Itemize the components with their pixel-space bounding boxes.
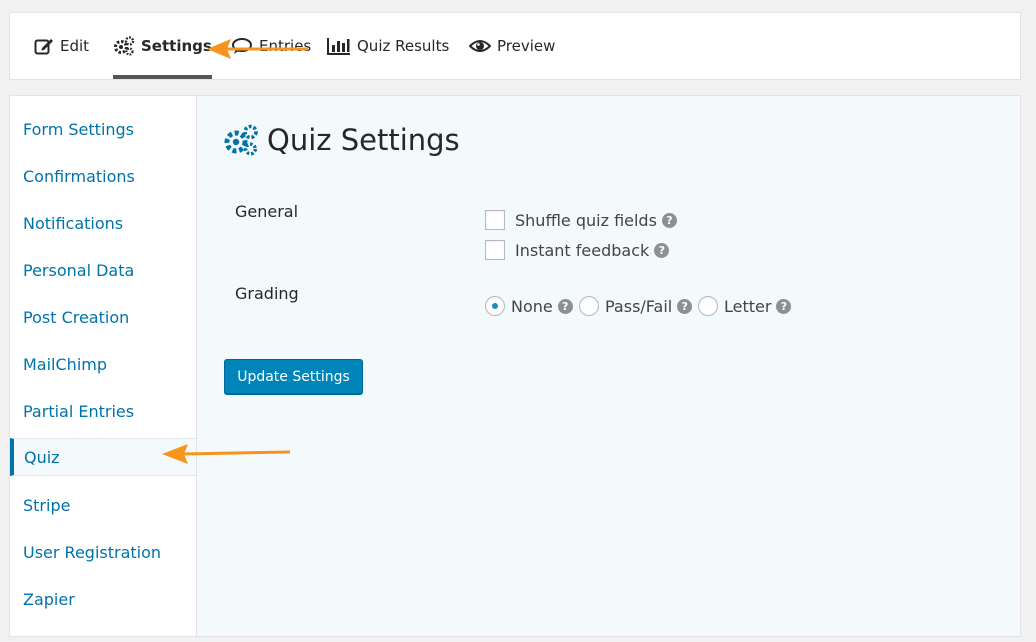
quiz-settings-content: Quiz Settings General Shuffle quiz field… xyxy=(197,96,1020,636)
tab-preview-label: Preview xyxy=(497,37,556,55)
gears-icon xyxy=(113,36,135,56)
comment-icon xyxy=(231,37,253,55)
grading-none-radio[interactable] xyxy=(485,296,505,316)
tab-edit-label: Edit xyxy=(60,37,90,55)
sidebar-item-notifications[interactable]: Notifications xyxy=(10,204,196,242)
instant-feedback-label: Instant feedback xyxy=(515,240,650,260)
sidebar-item-personal-data[interactable]: Personal Data xyxy=(10,251,196,289)
bar-chart-icon xyxy=(327,37,351,55)
help-icon[interactable]: ? xyxy=(661,212,677,228)
grading-passfail-label: Pass/Fail xyxy=(605,296,673,316)
help-icon[interactable]: ? xyxy=(677,298,693,314)
sidebar-item-zapier[interactable]: Zapier xyxy=(10,580,196,618)
sidebar-item-post-creation[interactable]: Post Creation xyxy=(10,298,196,336)
shuffle-quiz-fields-checkbox[interactable] xyxy=(485,210,505,230)
grading-letter-radio[interactable] xyxy=(698,296,718,316)
help-icon[interactable]: ? xyxy=(654,242,670,258)
gears-icon xyxy=(223,124,259,156)
grading-passfail-radio[interactable] xyxy=(579,296,599,316)
grading-none-label: None xyxy=(511,296,553,316)
sidebar-item-confirmations[interactable]: Confirmations xyxy=(10,157,196,195)
form-toolbar: Edit Settings Entries Quiz Results Previ… xyxy=(9,12,1021,80)
tab-quiz-results[interactable]: Quiz Results xyxy=(327,13,449,79)
tab-entries-label: Entries xyxy=(259,37,312,55)
shuffle-quiz-fields-label: Shuffle quiz fields xyxy=(515,210,657,230)
page-title-text: Quiz Settings xyxy=(267,123,460,157)
tab-quiz-results-label: Quiz Results xyxy=(357,37,450,55)
grading-none-option: None ? xyxy=(485,296,573,316)
sidebar-item-mailchimp[interactable]: MailChimp xyxy=(10,345,196,383)
tab-preview[interactable]: Preview xyxy=(469,13,555,79)
sidebar-item-partial-entries[interactable]: Partial Entries xyxy=(10,392,196,430)
grading-letter-label: Letter xyxy=(724,296,772,316)
settings-panel: Form Settings Confirmations Notification… xyxy=(9,95,1021,637)
tab-edit[interactable]: Edit xyxy=(34,13,89,79)
tab-settings-label: Settings xyxy=(141,37,212,55)
eye-icon xyxy=(469,38,491,54)
grading-label: Grading xyxy=(235,284,299,303)
sidebar-item-form-settings[interactable]: Form Settings xyxy=(10,110,196,148)
instant-feedback-checkbox[interactable] xyxy=(485,240,505,260)
settings-sidebar: Form Settings Confirmations Notification… xyxy=(10,96,197,636)
instant-feedback-option: Instant feedback ? xyxy=(485,240,670,260)
sidebar-item-stripe[interactable]: Stripe xyxy=(10,486,196,524)
sidebar-item-user-registration[interactable]: User Registration xyxy=(10,533,196,571)
edit-icon xyxy=(34,37,54,55)
tab-settings[interactable]: Settings xyxy=(113,13,212,79)
sidebar-item-quiz[interactable]: Quiz xyxy=(10,438,196,476)
tab-entries[interactable]: Entries xyxy=(231,13,311,79)
grading-passfail-option: Pass/Fail ? xyxy=(579,296,693,316)
help-icon[interactable]: ? xyxy=(557,298,573,314)
general-label: General xyxy=(235,202,299,221)
help-icon[interactable]: ? xyxy=(776,298,792,314)
page-title: Quiz Settings xyxy=(223,123,460,157)
grading-letter-option: Letter ? xyxy=(698,296,792,316)
update-settings-button[interactable]: Update Settings xyxy=(224,359,363,394)
shuffle-quiz-fields-option: Shuffle quiz fields ? xyxy=(485,210,677,230)
